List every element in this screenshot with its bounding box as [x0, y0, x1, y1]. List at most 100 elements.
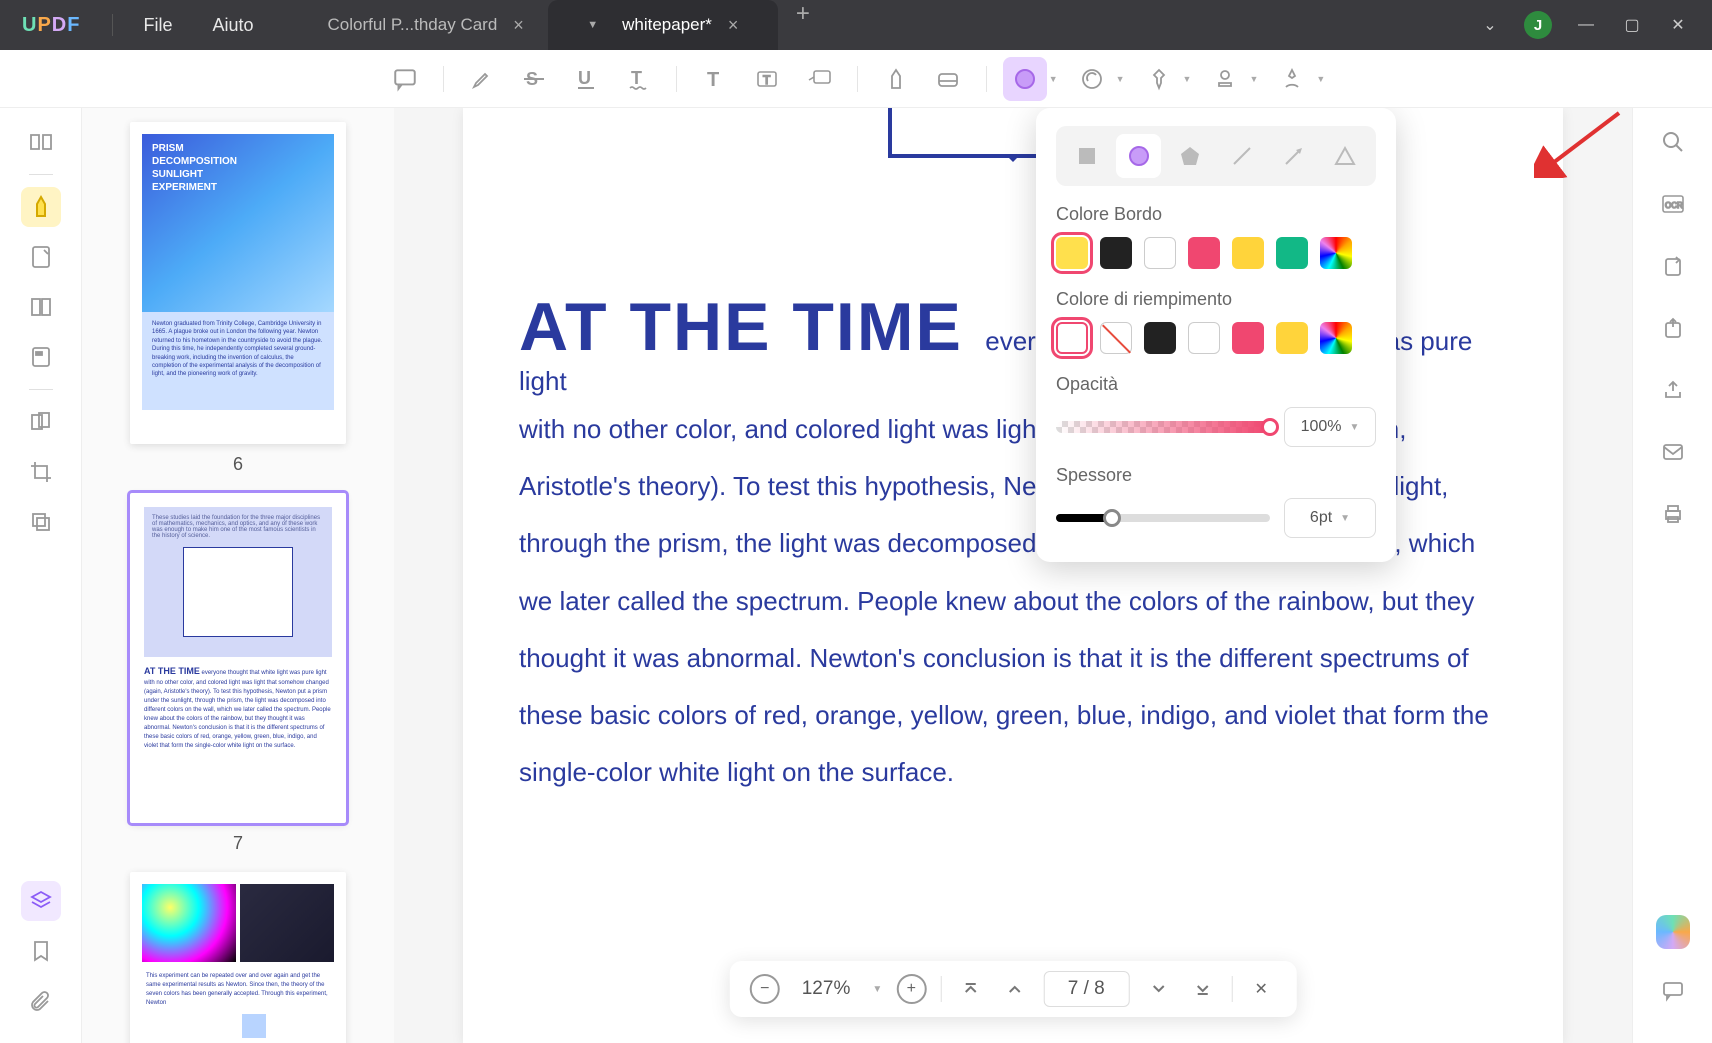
menu-file[interactable]: File [123, 15, 192, 36]
swatch-pink[interactable] [1232, 322, 1264, 354]
swatch-white[interactable] [1144, 237, 1176, 269]
shape-rectangle[interactable] [1064, 134, 1110, 178]
swatch-none[interactable] [1100, 322, 1132, 354]
separator [443, 66, 444, 92]
swatch-custom[interactable] [1320, 237, 1352, 269]
chevron-down-icon[interactable]: ▼ [872, 984, 882, 995]
underline-icon[interactable]: U [564, 57, 608, 101]
shape-line[interactable] [1219, 134, 1265, 178]
tab-whitepaper[interactable]: ▼ whitepaper* × [548, 0, 778, 50]
ocr-icon[interactable]: OCR [1653, 184, 1693, 224]
next-page-button[interactable] [1143, 974, 1173, 1004]
zoom-level: 127% [794, 978, 859, 1000]
shape-triangle[interactable] [1322, 134, 1368, 178]
thumbnail-page-8[interactable]: This experiment can be repeated over and… [130, 872, 346, 1043]
thumbnail-page-6[interactable]: PRISM DECOMPOSITION SUNLIGHT EXPERIMENT … [130, 122, 346, 475]
shape-circle[interactable] [1116, 134, 1162, 178]
close-button[interactable]: ✕ [1666, 15, 1690, 35]
close-icon[interactable]: × [728, 15, 739, 36]
close-bar-button[interactable]: ✕ [1246, 974, 1276, 1004]
print-icon[interactable] [1653, 494, 1693, 534]
thickness-slider[interactable] [1056, 514, 1270, 522]
strikethrough-icon[interactable]: S [512, 57, 556, 101]
zoom-in-button[interactable]: + [896, 974, 926, 1004]
chevron-down-icon[interactable]: ▼ [1049, 74, 1058, 84]
chevron-down-icon[interactable]: ⌄ [1478, 15, 1502, 35]
share-icon[interactable] [1653, 370, 1693, 410]
chevron-down-icon: ▼ [1340, 513, 1350, 524]
compare-icon[interactable] [21, 402, 61, 442]
chevron-down-icon[interactable]: ▼ [587, 19, 598, 31]
chevron-down-icon[interactable]: ▼ [1116, 74, 1125, 84]
email-icon[interactable] [1653, 432, 1693, 472]
swatch-yellow2[interactable] [1232, 237, 1264, 269]
swatch-white[interactable] [1188, 322, 1220, 354]
prev-page-button[interactable] [999, 974, 1029, 1004]
comment-icon[interactable] [383, 57, 427, 101]
swatch-fill-selected[interactable] [1056, 322, 1088, 354]
feedback-icon[interactable] [1653, 971, 1693, 1011]
rotate-icon[interactable] [1653, 246, 1693, 286]
thumbnail-page-7[interactable]: These studies laid the foundation for th… [130, 493, 346, 854]
eraser-icon[interactable] [926, 57, 970, 101]
shape-circle-button[interactable] [1003, 57, 1047, 101]
canvas[interactable]: AT THE TIME everyone thought that white … [394, 108, 1632, 1043]
svg-text:T: T [763, 73, 771, 87]
highlight-icon[interactable] [460, 57, 504, 101]
layers-icon[interactable] [21, 881, 61, 921]
minimize-button[interactable]: — [1574, 16, 1598, 34]
close-icon[interactable]: × [513, 15, 524, 36]
separator [857, 66, 858, 92]
right-rail: OCR [1632, 108, 1712, 1043]
tab-colorful[interactable]: Colorful P...thday Card × [304, 0, 548, 50]
opacity-slider[interactable] [1056, 421, 1270, 433]
edit-icon[interactable] [21, 237, 61, 277]
pin-icon[interactable] [1137, 57, 1181, 101]
chevron-down-icon[interactable]: ▼ [1183, 74, 1192, 84]
swatch-black[interactable] [1144, 322, 1176, 354]
maximize-button[interactable]: ▢ [1620, 15, 1644, 35]
form-icon[interactable] [21, 337, 61, 377]
text-icon[interactable]: T [693, 57, 737, 101]
swatch-pink[interactable] [1188, 237, 1220, 269]
last-page-button[interactable] [1187, 974, 1217, 1004]
bookmark-icon[interactable] [21, 931, 61, 971]
pencil-icon[interactable] [874, 57, 918, 101]
page-input[interactable]: 7 / 8 [1043, 971, 1129, 1007]
thickness-value[interactable]: 6pt▼ [1284, 498, 1376, 538]
textbox-icon[interactable]: T [745, 57, 789, 101]
crop-icon[interactable] [21, 452, 61, 492]
first-page-button[interactable] [955, 974, 985, 1004]
organize-icon[interactable] [21, 287, 61, 327]
search-icon[interactable] [1653, 122, 1693, 162]
shape-arrow[interactable] [1271, 134, 1317, 178]
stamp-icon[interactable] [1070, 57, 1114, 101]
toolbar: S U T T T ▼ ▼ ▼ ▼ ▼ [0, 50, 1712, 108]
zoom-out-button[interactable]: − [750, 974, 780, 1004]
menu-help[interactable]: Aiuto [192, 15, 273, 36]
separator [29, 174, 53, 175]
swatch-black[interactable] [1100, 237, 1132, 269]
swatch-yellow[interactable] [1276, 322, 1308, 354]
new-tab-button[interactable]: + [778, 0, 828, 50]
chevron-down-icon[interactable]: ▼ [1249, 74, 1258, 84]
squiggly-icon[interactable]: T [616, 57, 660, 101]
attachment-icon[interactable] [21, 981, 61, 1021]
stamp2-icon[interactable] [1203, 57, 1247, 101]
comment-mode-icon[interactable] [21, 187, 61, 227]
shape-pentagon[interactable] [1167, 134, 1213, 178]
opacity-value[interactable]: 100%▼ [1284, 407, 1376, 447]
avatar[interactable]: J [1524, 11, 1552, 39]
updf-logo-icon[interactable] [1656, 915, 1690, 949]
chevron-down-icon[interactable]: ▼ [1316, 74, 1325, 84]
export-icon[interactable] [1653, 308, 1693, 348]
signature-icon[interactable] [1270, 57, 1314, 101]
divider [112, 14, 113, 36]
duplicate-icon[interactable] [21, 502, 61, 542]
swatch-yellow[interactable] [1056, 237, 1088, 269]
callout-icon[interactable] [797, 57, 841, 101]
thumbnail-panel[interactable]: PRISM DECOMPOSITION SUNLIGHT EXPERIMENT … [82, 108, 394, 1043]
swatch-custom[interactable] [1320, 322, 1352, 354]
reader-icon[interactable] [21, 122, 61, 162]
swatch-teal[interactable] [1276, 237, 1308, 269]
